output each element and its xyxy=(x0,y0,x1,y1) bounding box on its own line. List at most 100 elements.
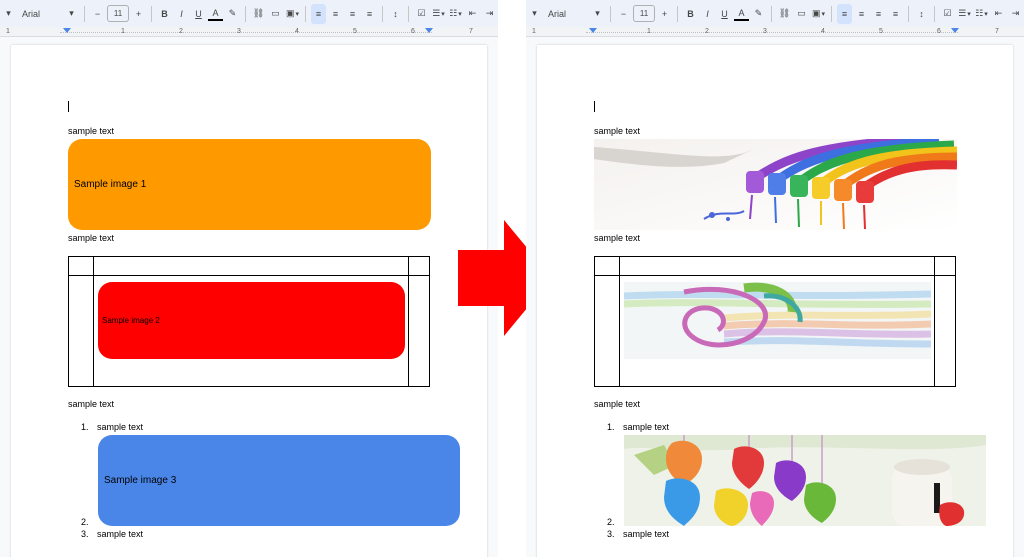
align-justify-icon[interactable]: ≡ xyxy=(362,4,377,24)
font-family-select[interactable]: Arial xyxy=(544,4,588,24)
text-color-button[interactable]: A xyxy=(208,7,223,21)
sample-image-2[interactable]: Sample image 2 xyxy=(98,282,405,359)
toolbar-overflow-caret[interactable]: ▾ xyxy=(1,4,16,24)
font-family-caret-icon[interactable]: ▾ xyxy=(590,4,605,24)
sample-image-label: Sample image 2 xyxy=(102,316,160,325)
list-item-text: sample text xyxy=(623,529,670,539)
sample-image-3[interactable]: Sample image 3 xyxy=(98,435,460,526)
toolbar-overflow-caret[interactable]: ▾ xyxy=(527,4,542,24)
toolbar-divider xyxy=(771,5,772,22)
right-indent-marker-icon[interactable] xyxy=(425,28,433,33)
document-page[interactable]: sample text sample text sample text 1. s… xyxy=(537,45,1013,557)
ruler-dots xyxy=(60,32,432,33)
decrease-indent-icon[interactable]: ⇤ xyxy=(991,4,1006,24)
align-center-icon[interactable]: ≡ xyxy=(854,4,869,24)
sample-image-label: Sample image 1 xyxy=(74,179,147,190)
italic-button[interactable]: I xyxy=(174,4,189,24)
italic-button[interactable]: I xyxy=(700,4,715,24)
underline-button[interactable]: U xyxy=(717,4,732,24)
increase-font-size-button[interactable]: + xyxy=(657,4,672,24)
font-family-caret-icon[interactable]: ▾ xyxy=(64,4,79,24)
line-spacing-icon[interactable]: ↕ xyxy=(914,4,929,24)
ruler-tick: 1 xyxy=(6,28,10,35)
highlight-pen-icon[interactable]: ✎ xyxy=(751,4,766,24)
insert-link-icon[interactable]: ⛓ xyxy=(251,4,266,24)
strawberry-ornaments-image[interactable] xyxy=(624,435,986,526)
left-indent-marker-icon[interactable] xyxy=(63,28,71,33)
list-number: 3. xyxy=(81,529,89,539)
increase-indent-icon[interactable]: ⇥ xyxy=(482,4,497,24)
table-row-border xyxy=(595,275,955,276)
bulleted-list-icon[interactable]: ☰ ▾ xyxy=(957,4,972,24)
list-item-text: sample text xyxy=(97,422,144,432)
toolbar-divider xyxy=(677,5,678,22)
ruler-tick: 1 xyxy=(532,28,536,35)
font-family-select[interactable]: Arial xyxy=(18,4,62,24)
align-left-icon[interactable]: ≡ xyxy=(311,3,326,24)
align-right-icon[interactable]: ≡ xyxy=(345,4,360,24)
ruler-tick: 4 xyxy=(295,28,299,35)
formatting-toolbar: ▾ Arial ▾ − 11 + B I U A ✎ ⛓ ▭ ▣ ▾ ≡ ≡ ≡ … xyxy=(0,0,498,27)
align-right-icon[interactable]: ≡ xyxy=(871,4,886,24)
align-center-icon[interactable]: ≡ xyxy=(328,4,343,24)
left-indent-marker-icon[interactable] xyxy=(589,28,597,33)
add-comment-icon[interactable]: ▭ xyxy=(794,4,809,24)
underline-button[interactable]: U xyxy=(191,4,206,24)
increase-font-size-button[interactable]: + xyxy=(131,4,146,24)
add-comment-icon[interactable]: ▭ xyxy=(268,4,283,24)
decrease-font-size-button[interactable]: − xyxy=(616,4,631,24)
ruler-tick: 3 xyxy=(237,28,241,35)
ruler-tick: 7 xyxy=(469,28,473,35)
decrease-indent-icon[interactable]: ⇤ xyxy=(465,4,480,24)
toolbar-divider xyxy=(305,5,306,22)
document-page[interactable]: sample text Sample image 1 sample text S… xyxy=(11,45,487,557)
list-number: 1. xyxy=(607,422,615,432)
insert-image-icon[interactable]: ▣ ▾ xyxy=(811,4,826,24)
highlight-pen-icon[interactable]: ✎ xyxy=(225,4,240,24)
document-table[interactable] xyxy=(594,256,956,387)
checklist-icon[interactable]: ☑ xyxy=(414,4,429,24)
checklist-icon[interactable]: ☑ xyxy=(940,4,955,24)
insert-link-icon[interactable]: ⛓ xyxy=(777,4,792,24)
toolbar-divider xyxy=(151,5,152,22)
ruler-tick: 1 xyxy=(121,28,125,35)
font-family-label: Arial xyxy=(548,8,567,19)
ruler-tick: 2 xyxy=(179,28,183,35)
numbered-list-icon[interactable]: ☷ ▾ xyxy=(448,4,463,24)
document-table[interactable]: Sample image 2 xyxy=(68,256,430,387)
toolbar-divider xyxy=(408,5,409,22)
decrease-font-size-button[interactable]: − xyxy=(90,4,105,24)
paint-bottles-image[interactable] xyxy=(594,139,957,230)
ruler-tick: 5 xyxy=(353,28,357,35)
ruler-tick: 5 xyxy=(879,28,883,35)
bulleted-list-icon[interactable]: ☰ ▾ xyxy=(431,4,446,24)
horizontal-ruler[interactable]: 1 1 2 3 4 5 6 7 xyxy=(0,27,498,37)
table-column-border xyxy=(619,257,620,386)
align-justify-icon[interactable]: ≡ xyxy=(888,4,903,24)
increase-indent-icon[interactable]: ⇥ xyxy=(1008,4,1023,24)
bold-button[interactable]: B xyxy=(157,4,172,24)
insert-image-icon[interactable]: ▣ ▾ xyxy=(285,4,300,24)
paragraph-text: sample text xyxy=(594,399,641,409)
toolbar-divider xyxy=(382,5,383,22)
ruler-tick: 4 xyxy=(821,28,825,35)
list-item-text: sample text xyxy=(97,529,144,539)
list-item-text: sample text xyxy=(623,422,670,432)
bold-button[interactable]: B xyxy=(683,4,698,24)
font-family-label: Arial xyxy=(22,8,41,19)
sample-image-1[interactable]: Sample image 1 xyxy=(68,139,431,230)
text-color-button[interactable]: A xyxy=(734,7,749,21)
rainbow-ribbon-image[interactable] xyxy=(624,282,931,359)
align-left-icon[interactable]: ≡ xyxy=(837,3,852,24)
list-number: 1. xyxy=(81,422,89,432)
table-column-border xyxy=(934,257,935,386)
ruler-tick: 7 xyxy=(995,28,999,35)
font-size-input[interactable]: 11 xyxy=(107,5,129,22)
paragraph-text: sample text xyxy=(594,126,641,136)
paragraph-text: sample text xyxy=(68,399,115,409)
right-indent-marker-icon[interactable] xyxy=(951,28,959,33)
horizontal-ruler[interactable]: 1 1 2 3 4 5 6 7 xyxy=(526,27,1024,37)
numbered-list-icon[interactable]: ☷ ▾ xyxy=(974,4,989,24)
line-spacing-icon[interactable]: ↕ xyxy=(388,4,403,24)
font-size-input[interactable]: 11 xyxy=(633,5,655,22)
